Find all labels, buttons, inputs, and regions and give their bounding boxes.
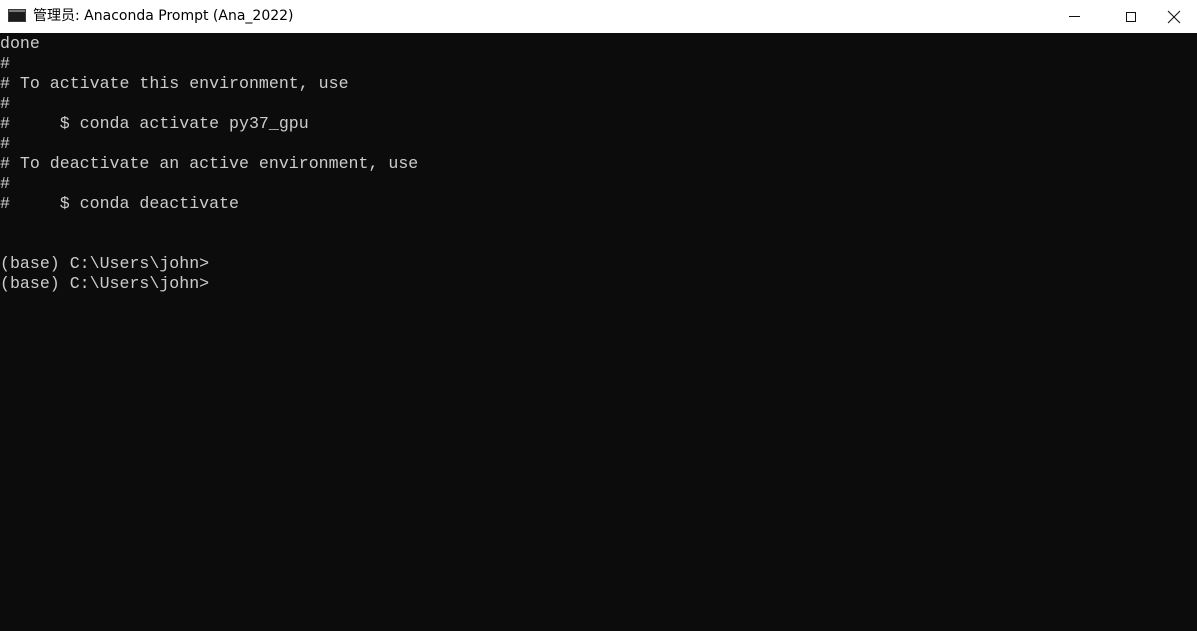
- prompt-line: (base) C:\Users\john>: [0, 254, 210, 273]
- minimize-icon: [1068, 16, 1080, 17]
- window-title: 管理员: Anaconda Prompt (Ana_2022): [33, 8, 294, 24]
- console-line: # $ conda activate py37_gpu: [0, 114, 309, 133]
- console-line: #: [0, 54, 10, 73]
- prompt-line[interactable]: (base) C:\Users\john>: [0, 274, 1197, 294]
- close-button[interactable]: [1151, 0, 1197, 33]
- minimize-button[interactable]: [1051, 0, 1097, 33]
- console-line: # To activate this environment, use: [0, 74, 349, 93]
- close-icon: [1167, 10, 1181, 24]
- console-line: #: [0, 94, 10, 113]
- console-output[interactable]: done # # To activate this environment, u…: [0, 34, 1197, 631]
- maximize-icon: [1126, 11, 1136, 22]
- console-window-icon[interactable]: [8, 9, 26, 22]
- anaconda-prompt-window: 管理员: Anaconda Prompt (Ana_2022) done # #…: [0, 0, 1197, 631]
- maximize-button[interactable]: [1108, 0, 1154, 33]
- console-line: # $ conda deactivate: [0, 194, 239, 213]
- console-line: # To deactivate an active environment, u…: [0, 154, 419, 173]
- console-line: #: [0, 134, 10, 153]
- console-line: #: [0, 174, 10, 193]
- console-line: done: [0, 34, 40, 53]
- title-bar[interactable]: 管理员: Anaconda Prompt (Ana_2022): [0, 0, 1197, 33]
